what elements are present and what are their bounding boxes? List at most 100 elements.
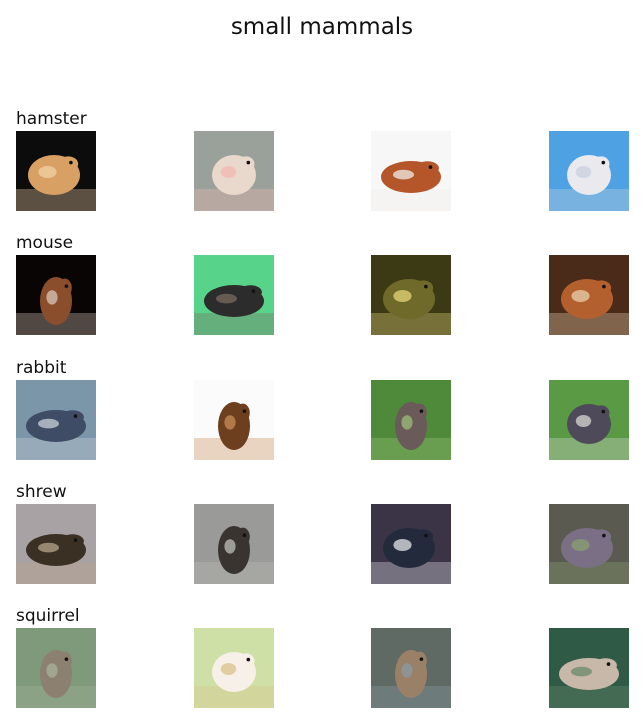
animal-head [413,529,434,545]
thumbnail-photo [16,131,96,211]
figure-title: small mammals [230,14,414,40]
shrew-image-4 [549,504,629,584]
row-label-mouse: mouse [16,233,74,253]
row-label-squirrel: squirrel [16,606,80,626]
fur-highlight [575,415,592,427]
animal-eye [246,657,251,662]
shrew-image-1 [16,504,96,584]
rabbit-image-1 [16,380,96,460]
thumbnail-photo [371,131,451,211]
fur-highlight [38,418,59,429]
animal-head [412,403,427,422]
hamster-image-2 [194,131,274,211]
fur-highlight [38,166,57,178]
thumbnail-photo [549,380,629,460]
row-label-hamster: hamster [16,109,87,129]
fur-highlight [571,539,590,551]
animal-head [57,651,72,670]
fur-highlight [401,415,413,430]
animal-head [416,161,439,176]
thumbnail-photo [549,628,629,708]
shrew-image-3 [371,504,451,584]
fur-highlight [571,290,590,302]
row-label-shrew: shrew [16,482,67,502]
thumbnail-photo [194,380,274,460]
animal-eye [64,657,69,661]
fur-highlight [401,663,413,678]
mouse-image-1 [16,255,96,335]
animal-eye [601,160,606,165]
fur-highlight [393,539,412,551]
thumbnail-photo [549,131,629,211]
squirrel-image-3 [371,628,451,708]
animal-head [61,534,84,549]
thumbnail-photo [371,255,451,335]
fur-highlight [571,666,592,677]
fur-highlight [393,290,412,302]
animal-eye [246,160,251,165]
fur-highlight [220,663,237,675]
thumbnail-photo [16,504,96,584]
animal-eye [424,533,428,538]
animal-head [237,653,255,669]
animal-eye [419,657,424,661]
hamster-image-1 [16,131,96,211]
hamster-image-3 [371,131,451,211]
rabbit-image-4 [549,380,629,460]
animal-head [592,156,610,172]
fur-highlight [393,169,414,180]
animal-head [58,156,79,172]
thumbnail-photo [194,628,274,708]
hamster-image-4 [549,131,629,211]
thumbnail-photo [371,504,451,584]
animal-eye [69,160,73,165]
thumbnail-photo [194,504,274,584]
squirrel-image-2 [194,628,274,708]
fur-highlight [46,663,58,678]
fur-highlight [216,293,237,304]
animal-head [594,658,617,673]
rabbit-image-2 [194,380,274,460]
thumbnail-photo [16,255,96,335]
squirrel-image-4 [549,628,629,708]
thumbnail-photo [194,255,274,335]
fur-highlight [220,166,237,178]
animal-eye [602,533,606,538]
thumbnail-photo [549,504,629,584]
animal-eye [428,165,433,169]
animal-eye [73,538,78,542]
animal-head [412,651,427,670]
animal-eye [601,409,606,414]
animal-head [237,156,255,172]
animal-eye [419,409,424,413]
animal-eye [64,284,69,288]
animal-head [235,527,250,546]
thumbnail-photo [16,380,96,460]
thumbnail-photo [371,380,451,460]
animal-eye [242,533,247,537]
animal-head [61,410,84,425]
squirrel-image-1 [16,628,96,708]
animal-eye [606,662,611,666]
fur-highlight [575,166,592,178]
animal-eye [424,284,428,289]
thumbnail-photo [194,131,274,211]
animal-head [591,280,612,296]
thumbnail-photo [549,255,629,335]
fur-highlight [46,290,58,305]
animal-head [591,529,612,545]
row-label-rabbit: rabbit [16,358,67,378]
fur-highlight [38,542,59,553]
shrew-image-2 [194,504,274,584]
animal-eye [73,414,78,418]
mouse-image-2 [194,255,274,335]
thumbnail-photo [16,628,96,708]
thumbnail-photo [371,628,451,708]
mouse-image-3 [371,255,451,335]
animal-head [592,405,610,421]
animal-head [57,278,72,297]
animal-head [239,285,262,300]
animal-eye [251,289,256,293]
rabbit-image-3 [371,380,451,460]
animal-head [413,280,434,296]
